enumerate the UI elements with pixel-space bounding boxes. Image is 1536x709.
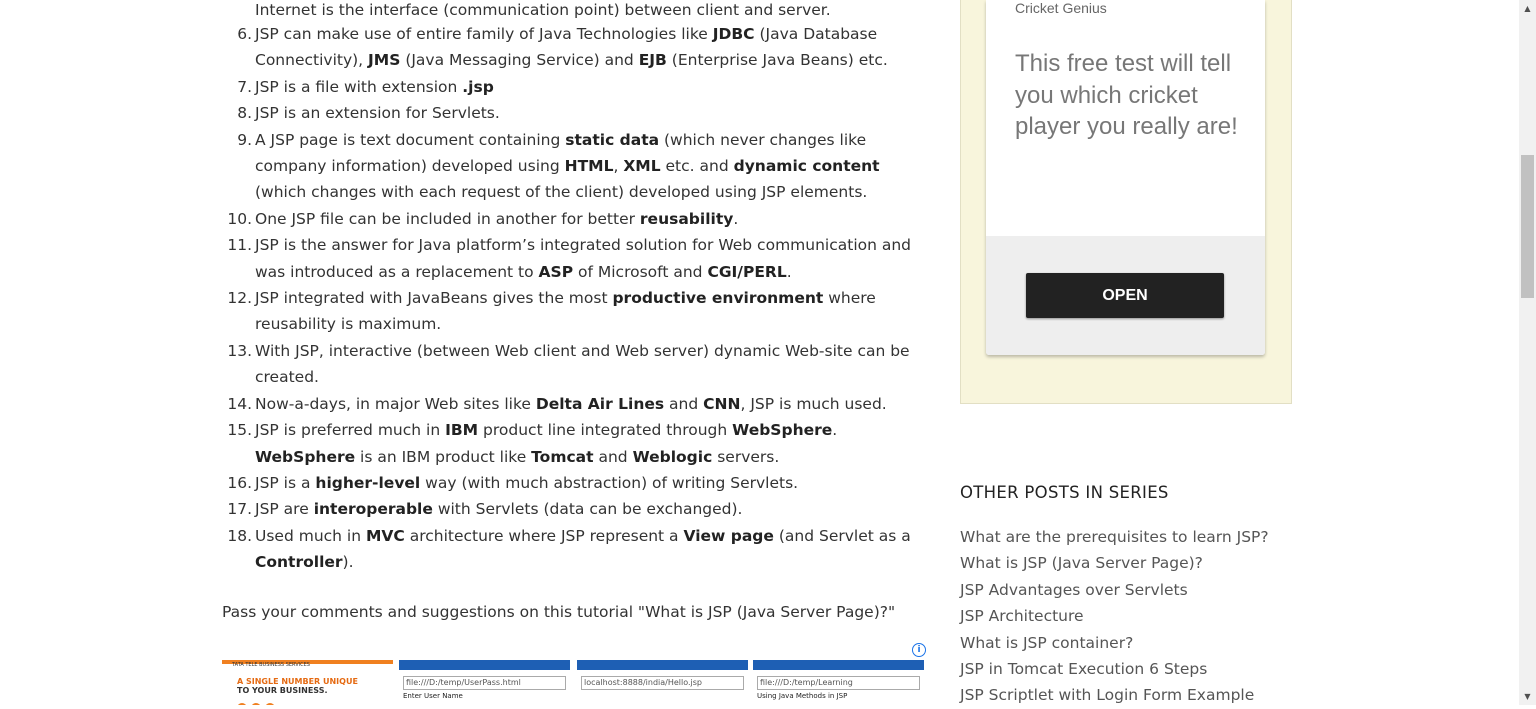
thumbnail-headline-line1: A SINGLE NUMBER UNIQUE: [237, 677, 358, 686]
series-post-link[interactable]: JSP Advantages over Servlets: [960, 577, 1269, 603]
list-item: 13. With JSP, interactive (between Web cl…: [222, 338, 930, 391]
scroll-up-icon[interactable]: ▲: [1519, 0, 1536, 17]
list-item-number: 17.: [227, 500, 252, 519]
list-item: 17. JSP are interoperable with Servlets (…: [222, 496, 930, 522]
scrollbar-thumb[interactable]: [1521, 155, 1534, 298]
list-item-number: 10.: [227, 209, 252, 228]
list-item: 6. JSP can make use of entire family of J…: [222, 21, 930, 74]
list-item-text: JSP can make use of entire family of Jav…: [255, 25, 888, 70]
series-post-link[interactable]: What are the prerequisites to learn JSP?: [960, 524, 1269, 550]
list-item-number: 18.: [227, 526, 252, 545]
list-item: 7. JSP is a file with extension .jsp: [222, 74, 930, 100]
list-item: 12. JSP integrated with JavaBeans gives t…: [222, 285, 930, 338]
list-item-text: JSP is the answer for Java platform’s in…: [255, 236, 912, 281]
jsp-features-list: 6. JSP can make use of entire family of J…: [222, 21, 930, 576]
thumbnail-java-methods[interactable]: file:///D:/temp/Learning Using Java Meth…: [753, 660, 924, 705]
list-item-text: JSP are interoperable with Servlets (dat…: [255, 500, 743, 519]
thumbnail-dots: [237, 698, 279, 705]
other-posts-heading: OTHER POSTS IN SERIES: [960, 483, 1169, 502]
thumbnail-login-form[interactable]: file:///D:/temp/UserPass.html Enter User…: [399, 660, 570, 705]
vertical-scrollbar[interactable]: ▲ ▼: [1519, 0, 1536, 705]
ad-brand: Cricket Genius: [1015, 0, 1107, 16]
related-thumbnails: TATA TELE BUSINESS SERVICES A SINGLE NUM…: [222, 660, 926, 705]
ad-card[interactable]: Cricket Genius This free test will tell …: [986, 0, 1265, 355]
list-item-number: 16.: [227, 473, 252, 492]
ad-open-button[interactable]: OPEN: [1026, 273, 1224, 318]
list-item-text: A JSP page is text document containing s…: [255, 130, 880, 202]
ad-footer: OPEN: [986, 236, 1265, 355]
list-item-text: JSP is preferred much in IBM product lin…: [255, 421, 838, 466]
thumbnail-address: file:///D:/temp/UserPass.html: [403, 676, 566, 690]
list-item-number: 13.: [227, 341, 252, 360]
thumbnail-address: localhost:8888/india/Hello.jsp: [581, 676, 744, 690]
thumbnail-body-text: Enter User Name: [403, 692, 463, 700]
list-item-number: 15.: [227, 421, 252, 440]
list-item: 9. A JSP page is text document containing…: [222, 127, 930, 206]
list-item-text: JSP integrated with JavaBeans gives the …: [255, 289, 876, 334]
series-post-link[interactable]: What is JSP container?: [960, 630, 1269, 656]
list-item-number: 12.: [227, 289, 252, 308]
list-continuation-text: Internet is the interface (communication…: [255, 1, 831, 19]
list-item-number: 7.: [237, 77, 252, 96]
list-item: 10. One JSP file can be included in anoth…: [222, 206, 930, 232]
browser-tab-bar: [753, 660, 924, 670]
browser-tab-bar: [399, 660, 570, 670]
list-item-number: 14.: [227, 394, 252, 413]
list-item-text: JSP is a higher-level way (with much abs…: [255, 473, 799, 492]
list-item: 11. JSP is the answer for Java platform’s…: [222, 232, 930, 285]
thumbnail-small-text: TATA TELE BUSINESS SERVICES: [232, 662, 310, 668]
list-item-number: 8.: [237, 104, 252, 123]
thumbnail-hello-jsp[interactable]: localhost:8888/india/Hello.jsp: [577, 660, 748, 705]
list-item-number: 6.: [237, 25, 252, 43]
sidebar-ad: Cricket Genius This free test will tell …: [960, 0, 1292, 404]
scroll-down-icon[interactable]: ▼: [1519, 688, 1536, 705]
thumbnail-headline: A SINGLE NUMBER UNIQUE TO YOUR BUSINESS.: [237, 677, 358, 695]
list-item-text: JSP is an extension for Servlets.: [255, 104, 500, 123]
list-item: 14. Now-a-days, in major Web sites like D…: [222, 391, 930, 417]
list-item-text: With JSP, interactive (between Web clien…: [255, 341, 910, 387]
list-item-text: Used much in MVC architecture where JSP …: [255, 526, 911, 572]
other-posts-list: What are the prerequisites to learn JSP?…: [960, 524, 1269, 709]
list-item-text: One JSP file can be included in another …: [255, 209, 739, 228]
list-item-text: JSP is a file with extension .jsp: [255, 77, 494, 96]
thumbnail-headline-line2: TO YOUR BUSINESS.: [237, 686, 328, 695]
series-post-link[interactable]: JSP Architecture: [960, 603, 1269, 629]
list-item: 16. JSP is a higher-level way (with much …: [222, 470, 930, 496]
list-item-number: 9.: [237, 130, 252, 149]
thumbnail-address: file:///D:/temp/Learning: [757, 676, 920, 690]
ad-text: This free test will tell you which crick…: [1015, 50, 1238, 140]
thumbnail-body-text: Using Java Methods in JSP: [757, 692, 848, 700]
series-post-link[interactable]: JSP in Tomcat Execution 6 Steps: [960, 656, 1269, 682]
list-item: 18. Used much in MVC architecture where J…: [222, 523, 930, 576]
list-item: 8. JSP is an extension for Servlets.: [222, 100, 930, 126]
series-post-link[interactable]: What is JSP (Java Server Page)?: [960, 550, 1269, 576]
thumbnail-ad-tata[interactable]: TATA TELE BUSINESS SERVICES A SINGLE NUM…: [222, 660, 393, 705]
list-item: 15. JSP is preferred much in IBM product …: [222, 417, 930, 470]
pass-comments-text: Pass your comments and suggestions on th…: [222, 603, 896, 621]
list-item-text: Now-a-days, in major Web sites like Delt…: [255, 394, 887, 413]
list-item-number: 11.: [227, 236, 252, 255]
browser-tab-bar: [577, 660, 748, 670]
ad-info-icon[interactable]: i: [912, 643, 926, 657]
